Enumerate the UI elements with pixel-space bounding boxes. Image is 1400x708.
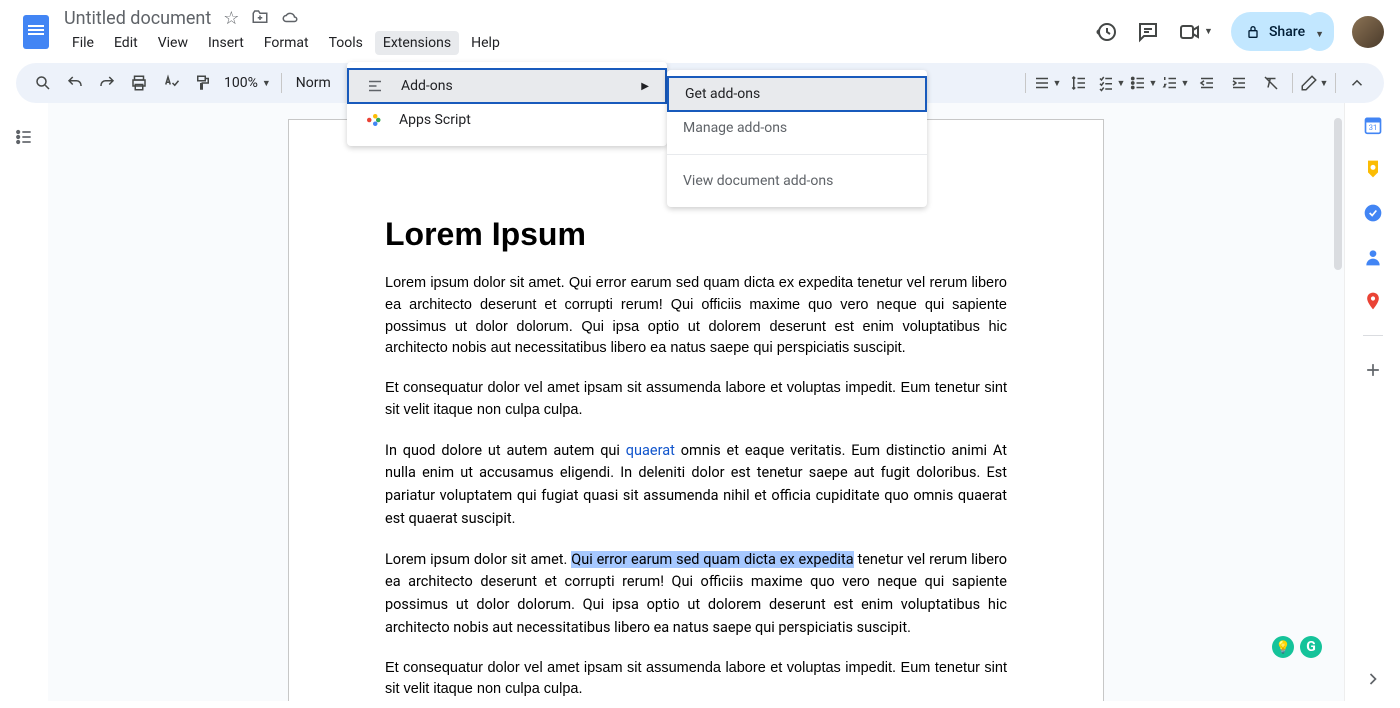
grammarly-widget[interactable]: 💡 G [1272,636,1322,658]
link[interactable]: quaerat [626,442,675,459]
menu-file[interactable]: File [64,31,102,55]
menu-help[interactable]: Help [463,31,508,55]
search-icon[interactable] [28,68,58,98]
apps-script-icon [363,111,383,129]
share-dropdown-button[interactable]: ▼ [1305,12,1334,51]
comments-icon[interactable] [1136,20,1160,44]
increase-indent-icon[interactable] [1224,68,1254,98]
menu-extensions[interactable]: Extensions [375,31,459,55]
collapse-side-panel-icon[interactable] [1363,669,1383,689]
outline-toggle-icon[interactable] [0,103,48,701]
menu-edit[interactable]: Edit [106,31,146,55]
submenu-arrow-icon: ▶ [641,81,649,92]
editing-mode-icon[interactable]: ▼ [1299,68,1329,98]
scrollbar-thumb[interactable] [1334,118,1342,270]
menu-item-addons[interactable]: Add-ons ▶ [347,68,667,104]
docs-home-icon[interactable] [16,12,56,52]
contacts-icon[interactable] [1363,247,1383,267]
collapse-toolbar-icon[interactable] [1342,68,1372,98]
selected-text[interactable]: Qui error earum sed quam dicta ex expedi… [571,551,853,568]
paint-format-icon[interactable] [188,68,218,98]
addons-icon [365,77,385,95]
decrease-indent-icon[interactable] [1192,68,1222,98]
menu-insert[interactable]: Insert [200,31,252,55]
menubar: File Edit View Insert Format Tools Exten… [64,31,1094,55]
keep-icon[interactable] [1363,159,1383,179]
account-avatar[interactable] [1352,16,1384,48]
side-panel: 31 [1344,103,1400,701]
print-icon[interactable] [124,68,154,98]
menu-item-manage-addons[interactable]: Manage add-ons [667,110,927,146]
align-icon[interactable]: ▼ [1032,68,1062,98]
menu-item-get-addons[interactable]: Get add-ons [667,76,927,112]
menu-view[interactable]: View [150,31,196,55]
menu-item-view-document-addons[interactable]: View document add-ons [667,163,927,199]
svg-text:31: 31 [1368,123,1376,132]
paragraph[interactable]: Et consequatur dolor vel amet ipsam sit … [385,658,1007,702]
menu-format[interactable]: Format [256,31,317,55]
grammarly-hint-icon[interactable]: 💡 [1272,636,1294,658]
star-icon[interactable]: ☆ [223,8,239,29]
checklist-icon[interactable]: ▼ [1096,68,1126,98]
menu-item-apps-script[interactable]: Apps Script [347,102,667,138]
grammarly-logo-icon[interactable]: G [1300,636,1322,658]
undo-icon[interactable] [60,68,90,98]
clear-formatting-icon[interactable] [1256,68,1286,98]
move-icon[interactable] [251,8,269,29]
redo-icon[interactable] [92,68,122,98]
share-label: Share [1269,24,1305,40]
paragraph[interactable]: Lorem ipsum dolor sit amet. Qui error ea… [385,273,1007,360]
addons-submenu: Get add-ons Manage add-ons View document… [667,70,927,207]
bulleted-list-icon[interactable]: ▼ [1128,68,1158,98]
menu-separator [667,154,927,155]
history-icon[interactable] [1094,20,1118,44]
get-addons-icon[interactable] [1363,360,1383,380]
meet-icon[interactable]: ▼ [1178,20,1213,44]
calendar-icon[interactable]: 31 [1363,115,1383,135]
extensions-dropdown: Add-ons ▶ Apps Script [347,62,667,146]
document-heading[interactable]: Lorem Ipsum [385,216,1007,253]
zoom-select[interactable]: 100%▼ [220,75,275,91]
paragraph[interactable]: In quod dolore ut autem autem qui quaera… [385,440,1007,531]
numbered-list-icon[interactable]: ▼ [1160,68,1190,98]
paragraph[interactable]: Lorem ipsum dolor sit amet. Qui error ea… [385,549,1007,640]
paragraph[interactable]: Et consequatur dolor vel amet ipsam sit … [385,378,1007,422]
tasks-icon[interactable] [1363,203,1383,223]
cloud-status-icon[interactable] [281,8,299,29]
line-spacing-icon[interactable] [1064,68,1094,98]
menu-tools[interactable]: Tools [321,31,371,55]
spellcheck-icon[interactable] [156,68,186,98]
maps-icon[interactable] [1363,291,1383,311]
document-title[interactable]: Untitled document [64,8,211,29]
